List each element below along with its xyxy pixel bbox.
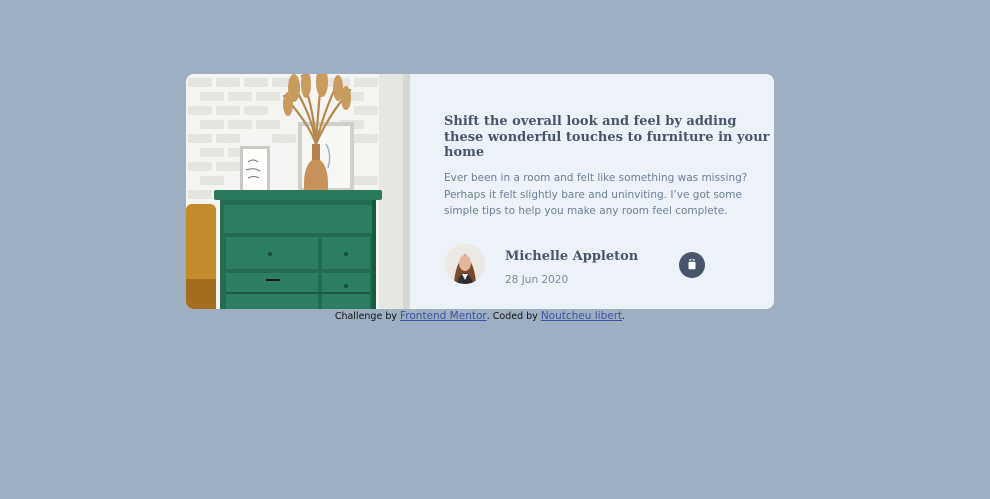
author-name: Michelle Appleton xyxy=(505,249,639,264)
avatar xyxy=(445,244,485,284)
attribution-suffix: . xyxy=(622,311,626,322)
share-icon xyxy=(688,259,696,270)
attribution: Challenge by Frontend Mentor. Coded by N… xyxy=(0,310,960,322)
article-description: Ever been in a room and felt like someth… xyxy=(444,172,748,217)
article-title: Shift the overall look and feel by addin… xyxy=(444,114,770,160)
frontend-mentor-link[interactable]: Frontend Mentor xyxy=(400,310,487,322)
drawers-photo xyxy=(186,74,410,309)
coder-link[interactable]: Noutcheu libert xyxy=(541,310,622,322)
article-card: Shift the overall look and feel by addin… xyxy=(186,74,774,309)
article-content: Shift the overall look and feel by addin… xyxy=(410,74,774,309)
attribution-middle: . Coded by xyxy=(486,311,541,322)
avatar-photo xyxy=(445,244,485,284)
share-button[interactable] xyxy=(679,252,705,278)
publish-date: 28 Jun 2020 xyxy=(505,274,569,286)
drawers-illustration xyxy=(186,74,410,309)
attribution-prefix: Challenge by xyxy=(334,311,400,322)
